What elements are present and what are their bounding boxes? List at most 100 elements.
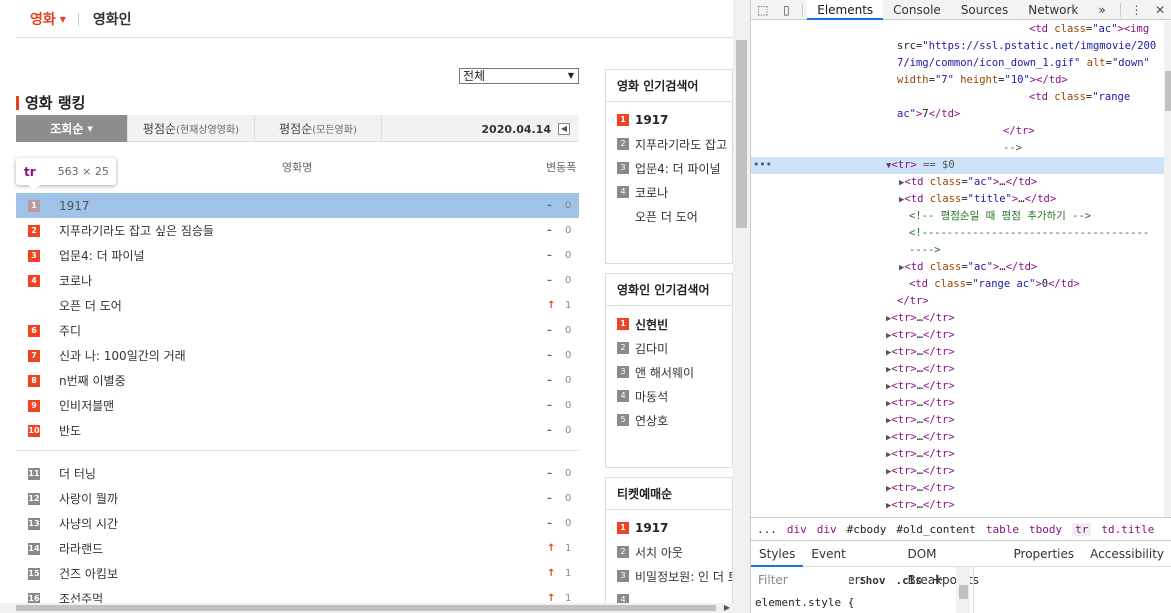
list-item-label[interactable]: 신현빈 <box>635 316 668 333</box>
table-row[interactable]: 10 반도 – 0 <box>16 418 579 443</box>
list-item[interactable]: 4 마동석 <box>606 384 732 408</box>
table-row[interactable]: 11 더 터닝 – 0 <box>16 461 579 486</box>
list-item[interactable]: 5 연상호 <box>606 408 732 432</box>
list-item-label[interactable]: 코로나 <box>635 184 668 201</box>
table-row[interactable]: 1 1917 – 0 <box>16 193 579 218</box>
table-row[interactable]: 15 건즈 아킴보 ↑ 1 <box>16 561 579 586</box>
dom-node-line[interactable]: <!------------------------------------ <box>751 225 1171 242</box>
tab-views[interactable]: 조회순 ▼ <box>16 115 128 142</box>
ellipsis-icon[interactable]: ••• <box>753 157 772 174</box>
filter-input[interactable]: Filter <box>753 569 849 591</box>
list-item-label[interactable]: 업문4: 더 파이널 <box>635 160 721 177</box>
movie-title-link[interactable]: 1917 <box>59 199 90 213</box>
breadcrumb-item[interactable]: #old_content <box>896 523 975 536</box>
cls-button[interactable]: .cls <box>896 574 923 587</box>
more-tabs-button[interactable]: » <box>1088 0 1115 20</box>
tab-rating-all[interactable]: 평점순 (모든영화) <box>255 115 382 142</box>
tab-network[interactable]: Network <box>1018 0 1088 20</box>
breadcrumb-item[interactable]: tbody <box>1029 523 1062 536</box>
movie-title-link[interactable]: 반도 <box>59 422 81 439</box>
table-row[interactable]: 6 주디 – 0 <box>16 318 579 343</box>
nav-item-movie[interactable]: 영화 <box>30 9 56 29</box>
tab-sources[interactable]: Sources <box>951 0 1018 20</box>
dom-node-line[interactable]: ▶<tr>…</tr> <box>751 395 1171 412</box>
list-item-label[interactable]: 1917 <box>635 521 668 535</box>
vertical-scrollbar[interactable] <box>733 0 750 603</box>
hov-button[interactable]: :hov <box>859 574 886 587</box>
scrollbar-thumb[interactable] <box>959 585 968 599</box>
tab-styles[interactable]: Styles <box>751 541 804 567</box>
movie-title-link[interactable]: 건즈 아킴보 <box>59 565 118 582</box>
list-item[interactable]: 오픈 더 도어 <box>606 204 732 228</box>
dom-node-line[interactable]: ▶<tr>…</tr> <box>751 429 1171 446</box>
dom-node-line[interactable]: ••• ▼<tr> == $0 <box>751 157 1171 174</box>
movie-title-link[interactable]: 사냥의 시간 <box>59 515 118 532</box>
dom-node-line[interactable]: src="https://ssl.pstatic.net/imgmovie/20… <box>751 38 1171 55</box>
dom-node-line[interactable]: ▶<tr>…</tr> <box>751 378 1171 395</box>
list-item-label[interactable]: 오픈 더 도어 <box>635 208 698 225</box>
tab-console[interactable]: Console <box>883 0 951 20</box>
dom-node-line[interactable]: ▶<td class="ac">…</td> <box>751 259 1171 276</box>
dom-node-line[interactable]: ▶<td class="title">…</td> <box>751 191 1171 208</box>
list-item-label[interactable]: 김다미 <box>635 340 668 357</box>
dom-node-line[interactable]: </tr> <box>751 123 1171 140</box>
dom-node-line[interactable]: <td class="ac"><img <box>751 21 1171 38</box>
movie-title-link[interactable]: n번째 이별중 <box>59 372 126 389</box>
add-style-rule-icon[interactable]: + <box>932 572 944 588</box>
list-item-label[interactable]: 지푸라기라도 잡고 싶은 짐승들 <box>635 136 732 153</box>
movie-title-link[interactable]: 라라랜드 <box>59 540 103 557</box>
list-item[interactable]: 1 신현빈 <box>606 312 732 336</box>
kebab-menu-icon[interactable]: ⋮ <box>1125 3 1149 17</box>
dom-node-line[interactable]: ▶<tr>…</tr> <box>751 497 1171 514</box>
list-item-label[interactable]: 비밀정보원: 인 더 트랩 <box>635 568 732 585</box>
list-item[interactable]: 4 코로나 <box>606 180 732 204</box>
list-item-label[interactable]: 1917 <box>635 113 668 127</box>
inspect-icon[interactable]: ⬚ <box>751 3 775 17</box>
list-item-label[interactable]: 연상호 <box>635 412 668 429</box>
tab-event-listeners[interactable]: Event Listeners <box>803 541 899 587</box>
movie-title-link[interactable]: 인비저블맨 <box>59 397 114 414</box>
table-row[interactable]: 4 코로나 – 0 <box>16 268 579 293</box>
dom-node-line[interactable]: ▶<tr>…</tr> <box>751 480 1171 497</box>
tab-properties[interactable]: Properties <box>1006 541 1083 567</box>
list-item[interactable]: 2 지푸라기라도 잡고 싶은 짐승들 <box>606 132 732 156</box>
styles-scrollbar[interactable] <box>956 567 970 613</box>
table-row[interactable]: 2 지푸라기라도 잡고 싶은 짐승들 – 0 <box>16 218 579 243</box>
list-item[interactable]: 1 1917 <box>606 516 732 540</box>
movie-title-link[interactable]: 지푸라기라도 잡고 싶은 짐승들 <box>59 222 214 239</box>
dom-node-line[interactable]: ▶<tr>…</tr> <box>751 361 1171 378</box>
dom-node-line[interactable]: --> <box>751 140 1171 157</box>
list-item[interactable]: 1 1917 <box>606 108 732 132</box>
dom-node-line[interactable]: ▶<tr>…</tr> <box>751 310 1171 327</box>
table-row[interactable]: 12 사랑이 뭘까 – 0 <box>16 486 579 511</box>
list-item-label[interactable]: 앤 해서웨이 <box>635 364 694 381</box>
movie-title-link[interactable]: 코로나 <box>59 272 92 289</box>
table-row[interactable]: 3 업문4: 더 파이널 – 0 <box>16 243 579 268</box>
dom-node-line[interactable]: <!-- 평점순일 때 평점 추가하기 --> <box>751 208 1171 225</box>
close-icon[interactable]: ✕ <box>1148 3 1171 17</box>
dom-node-line[interactable]: ▶<tr>…</tr> <box>751 463 1171 480</box>
breadcrumb-item[interactable]: div <box>817 523 837 536</box>
movie-title-link[interactable]: 업문4: 더 파이널 <box>59 247 145 264</box>
list-item[interactable]: 3 비밀정보원: 인 더 트랩 <box>606 564 732 588</box>
dom-tree-scrollbar[interactable] <box>1164 21 1171 517</box>
breadcrumb-item[interactable]: tr <box>1072 522 1092 536</box>
movie-title-link[interactable]: 오픈 더 도어 <box>59 297 122 314</box>
list-item[interactable]: 3 앤 해서웨이 <box>606 360 732 384</box>
horizontal-scrollbar[interactable]: ▶ <box>0 603 750 613</box>
scrollbar-thumb[interactable] <box>736 40 747 228</box>
table-row[interactable]: 9 인비저블맨 – 0 <box>16 393 579 418</box>
breadcrumb-item[interactable]: table <box>986 523 1019 536</box>
breadcrumb-item[interactable]: ... <box>757 523 777 536</box>
table-row[interactable]: 13 사냥의 시간 – 0 <box>16 511 579 536</box>
tab-rating-current[interactable]: 평점순 (현재상영영화) <box>128 115 255 142</box>
movie-title-link[interactable]: 신과 나: 100일간의 거래 <box>59 347 186 364</box>
list-item[interactable]: 2 서치 아웃 <box>606 540 732 564</box>
movie-title-link[interactable]: 더 터닝 <box>59 465 96 482</box>
table-row[interactable]: 오픈 더 도어 ↑ 1 <box>16 293 579 318</box>
list-item[interactable]: 2 김다미 <box>606 336 732 360</box>
chevron-down-icon[interactable]: ▼ <box>60 15 66 24</box>
dom-node-line[interactable]: <td class="range <box>751 89 1171 106</box>
dom-node-line[interactable]: ▶<tr>…</tr> <box>751 412 1171 429</box>
movie-title-link[interactable]: 사랑이 뭘까 <box>59 490 118 507</box>
